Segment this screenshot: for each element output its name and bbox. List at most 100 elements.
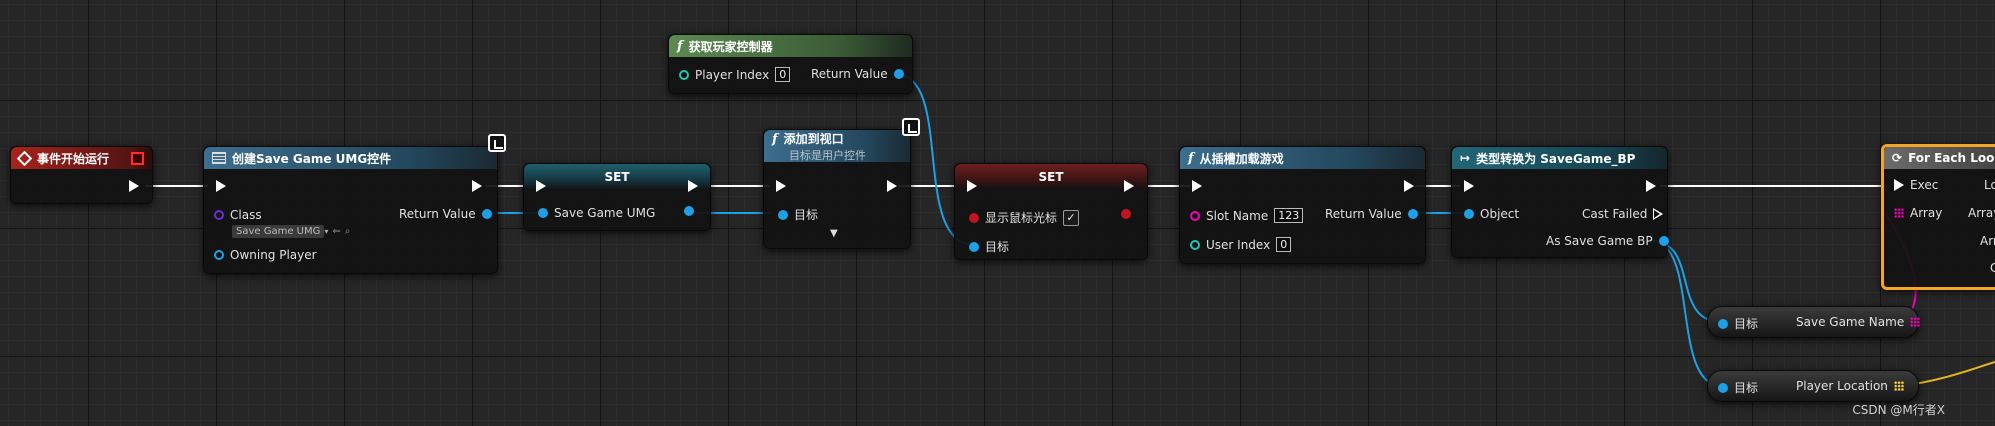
cast-failed-pin[interactable]: Cast Failed: [1582, 207, 1664, 221]
pin-label: Array: [1910, 206, 1943, 220]
widget-create-icon: [212, 152, 226, 164]
loop-icon: ⟳: [1892, 151, 1903, 165]
show-cursor-checkbox[interactable]: ✓: [1063, 209, 1080, 226]
exec-in-pin[interactable]: [1192, 180, 1202, 192]
player-location-pin[interactable]: Player Location: [1796, 379, 1904, 393]
array-pin[interactable]: Array: [1894, 206, 1942, 220]
exec-arrow-icon: [216, 180, 226, 192]
completed-pin[interactable]: C: [1990, 261, 1995, 275]
get-player-controller-node[interactable]: f 获取玩家控制器 Player Index 0 Return Value: [668, 34, 913, 94]
user-index-pin[interactable]: User Index 0: [1190, 237, 1292, 252]
pin-label: Save Game Name: [1796, 315, 1905, 329]
pin-label: Owning Player: [230, 248, 317, 262]
player-index-input[interactable]: 0: [775, 67, 791, 82]
save-game-umg-pin[interactable]: Save Game UMG: [538, 206, 655, 220]
target-pin[interactable]: 目标: [1718, 379, 1758, 396]
save-game-name-pin[interactable]: Save Game Name: [1796, 315, 1921, 329]
exec-in-pin[interactable]: [1464, 180, 1474, 192]
exec-in-pin[interactable]: [216, 180, 226, 192]
pin-label: Return Value: [1325, 207, 1402, 221]
show-mouse-cursor-pin[interactable]: 显示鼠标光标 ✓: [969, 209, 1080, 226]
set-save-game-umg-node[interactable]: SET Save Game UMG: [523, 163, 711, 231]
array-index-pin[interactable]: Arr: [1980, 234, 1995, 248]
slot-name-input[interactable]: 123: [1274, 208, 1304, 223]
class-select[interactable]: Save Game UMG ▾ ⇐ ⌕: [232, 225, 350, 238]
return-value-pin[interactable]: Return Value: [811, 67, 904, 81]
target-pin[interactable]: 目标: [778, 206, 818, 223]
bool-output-pin[interactable]: [1121, 209, 1131, 219]
node-header: f 获取玩家控制器: [669, 35, 912, 57]
pin-label: Arr: [1980, 234, 1995, 248]
exec-arrow-icon: [1192, 180, 1202, 192]
get-save-game-name-node[interactable]: 目标 Save Game Name: [1707, 306, 1921, 338]
target-pin[interactable]: 目标: [1718, 315, 1758, 332]
node-title: 获取玩家控制器: [688, 39, 773, 54]
exec-out-pin[interactable]: [472, 180, 482, 192]
pin-label: Exec: [1910, 178, 1939, 192]
exec-out-pin[interactable]: [129, 180, 139, 192]
pin-label: Player Location: [1796, 379, 1888, 393]
exec-arrow-icon: [129, 180, 139, 192]
event-diamond-icon: [16, 150, 33, 166]
exec-arrow-icon: [688, 180, 698, 192]
expand-arrow-icon[interactable]: ▼: [830, 228, 838, 239]
object-pin-icon: [481, 209, 492, 219]
output-pin[interactable]: [684, 206, 694, 216]
exec-in-pin[interactable]: [776, 180, 786, 192]
array-element-pin[interactable]: Array: [1968, 206, 1995, 220]
player-index-pin[interactable]: Player Index 0: [679, 67, 791, 82]
slot-name-pin[interactable]: Slot Name 123: [1190, 208, 1304, 223]
exec-out-pin[interactable]: [1404, 180, 1414, 192]
class-pin[interactable]: Class: [214, 208, 262, 222]
chevron-down-icon[interactable]: ▾: [324, 227, 328, 236]
node-header: ↦ 类型转换为 SaveGame_BP: [1452, 147, 1667, 169]
user-index-input[interactable]: 0: [1276, 237, 1292, 252]
create-widget-node[interactable]: 创建Save Game UMG控件 Class Save Game UMG ▾ …: [203, 146, 498, 274]
use-selected-arrow-icon[interactable]: ⇐: [332, 226, 340, 237]
delegate-pin[interactable]: [131, 151, 144, 165]
node-header: f 添加到视口 目标是用户控件: [764, 130, 910, 162]
exec-out-pin[interactable]: [1124, 180, 1134, 192]
object-pin-icon: [778, 209, 788, 220]
exec-out-pin[interactable]: [688, 180, 698, 192]
owning-player-pin[interactable]: Owning Player: [214, 248, 317, 262]
load-game-from-slot-node[interactable]: f 从插槽加载游戏 Slot Name 123 Return Value Use…: [1179, 146, 1426, 264]
for-each-loop-node[interactable]: ⟳ For Each Loop Exec Array Lo Array Arr …: [1881, 144, 1995, 290]
exec-out-pin[interactable]: [1646, 180, 1656, 192]
array-grid-icon: [1894, 208, 1904, 218]
exec-in-pin[interactable]: [967, 180, 977, 192]
pin-label: As Save Game BP: [1546, 234, 1653, 248]
exec-arrow-icon: [472, 180, 482, 192]
class-dropdown[interactable]: Save Game UMG: [232, 225, 325, 238]
exec-in-pin[interactable]: [536, 180, 546, 192]
exec-out-pin[interactable]: [887, 180, 897, 192]
pin-label: 显示鼠标光标: [985, 211, 1058, 225]
set-show-mouse-cursor-node[interactable]: SET 显示鼠标光标 ✓ 目标: [954, 163, 1148, 260]
loop-body-pin[interactable]: Lo: [1984, 178, 1995, 192]
node-title: For Each Loop: [1908, 151, 1995, 165]
search-icon[interactable]: ⌕: [345, 226, 351, 237]
get-player-location-node[interactable]: 目标 Player Location: [1707, 370, 1919, 402]
pin-label: Lo: [1984, 178, 1995, 192]
int-pin-icon: [679, 69, 689, 80]
node-header: ⟳ For Each Loop: [1884, 147, 1995, 169]
return-value-pin[interactable]: Return Value: [399, 207, 492, 221]
as-save-game-bp-pin[interactable]: As Save Game BP: [1546, 234, 1669, 248]
exec-in-pin[interactable]: Exec: [1894, 178, 1938, 192]
return-value-pin[interactable]: Return Value: [1325, 207, 1418, 221]
node-title: 创建Save Game UMG控件: [232, 151, 392, 166]
event-begin-play-node[interactable]: 事件开始运行: [10, 146, 153, 204]
target-pin[interactable]: 目标: [969, 238, 1009, 255]
object-pin[interactable]: Object: [1464, 207, 1519, 221]
cast-to-savegame-bp-node[interactable]: ↦ 类型转换为 SaveGame_BP Object Cast Failed A…: [1451, 146, 1669, 258]
string-pin-icon: [1190, 210, 1200, 221]
add-to-viewport-node[interactable]: f 添加到视口 目标是用户控件 目标 ▼: [763, 129, 911, 249]
exec-arrow-icon: [1124, 180, 1134, 192]
object-pin-icon: [1718, 318, 1728, 329]
node-header: f 从插槽加载游戏: [1180, 147, 1425, 169]
node-title: 添加到视口: [783, 131, 844, 146]
node-title-row: f 添加到视口: [772, 130, 844, 147]
exec-arrow-icon: [536, 180, 546, 192]
object-pin-icon: [893, 69, 904, 79]
pin-label: Class: [230, 208, 262, 222]
